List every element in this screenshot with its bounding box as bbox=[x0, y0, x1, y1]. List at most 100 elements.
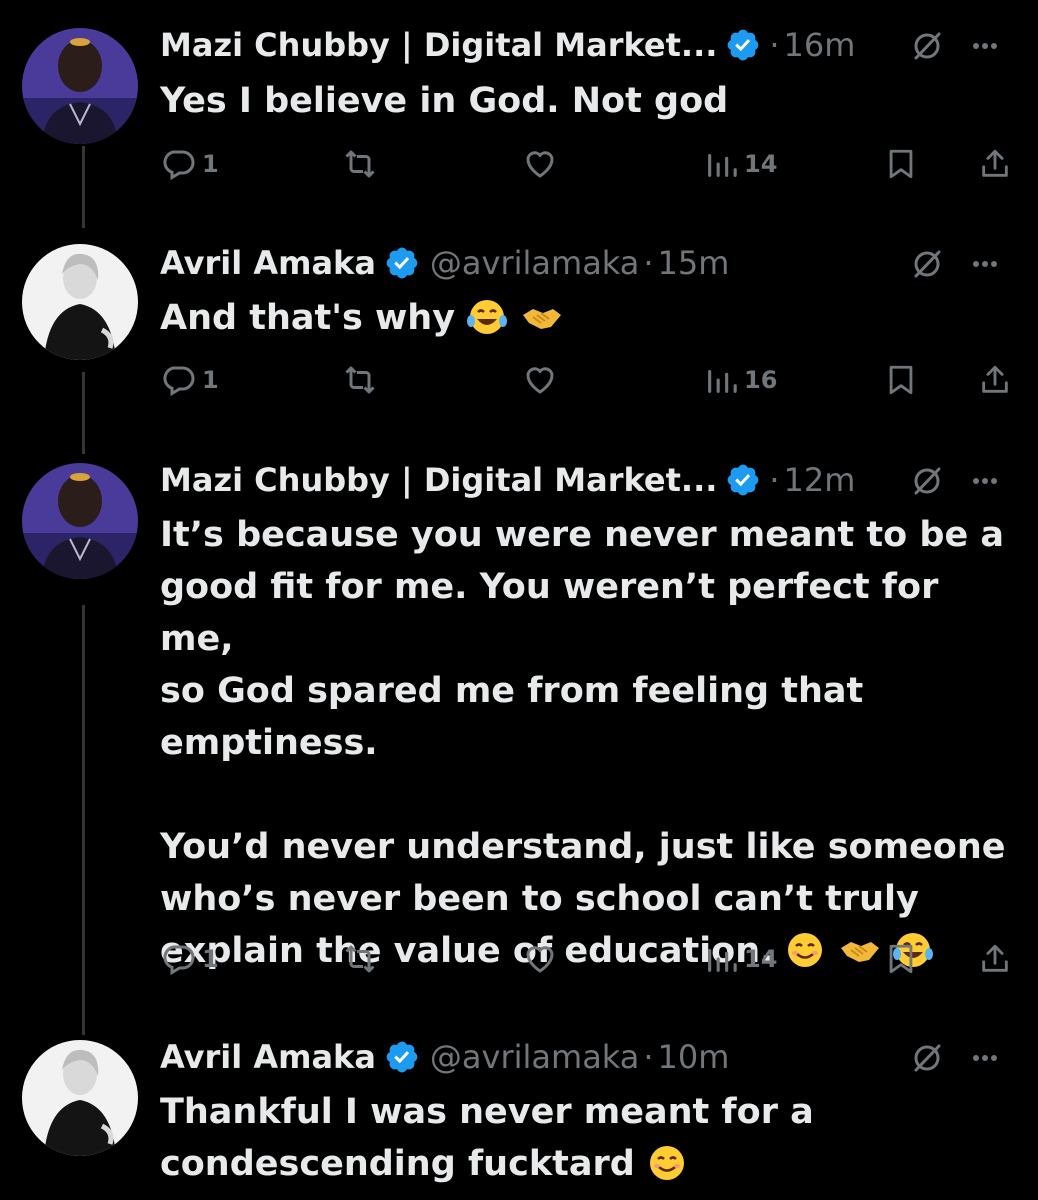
author-name[interactable]: Mazi Chubby | Digital Market... bbox=[160, 461, 717, 499]
share-button[interactable] bbox=[978, 939, 1012, 979]
tweet[interactable]: Mazi Chubby | Digital Market... · 16m Ye… bbox=[0, 20, 1038, 220]
share-icon bbox=[978, 941, 1012, 977]
bookmark-button[interactable] bbox=[884, 939, 918, 979]
share-icon bbox=[978, 362, 1012, 398]
share-icon bbox=[978, 146, 1012, 182]
tweet-actions: 1 14 bbox=[0, 939, 1038, 979]
views-count: 14 bbox=[744, 945, 778, 973]
grok-icon[interactable] bbox=[912, 31, 942, 61]
timestamp[interactable]: 15m bbox=[658, 244, 730, 282]
avatar-image bbox=[22, 1040, 138, 1156]
tweet[interactable]: Mazi Chubby | Digital Market... · 12m It… bbox=[0, 455, 1038, 1015]
share-button[interactable] bbox=[978, 360, 1012, 400]
separator-dot: · bbox=[643, 1038, 654, 1076]
reply-icon bbox=[160, 362, 196, 398]
grok-icon[interactable] bbox=[912, 249, 942, 279]
avatar[interactable] bbox=[22, 28, 138, 144]
tweet-text: It’s because you were never meant to be … bbox=[160, 509, 1020, 977]
like-icon bbox=[522, 941, 558, 977]
avatar[interactable] bbox=[22, 463, 138, 579]
retweet-button[interactable] bbox=[340, 939, 386, 979]
separator-dot: · bbox=[769, 26, 780, 64]
tweet-text: Yes I believe in God. Not god bbox=[160, 75, 1020, 127]
grok-icon[interactable] bbox=[912, 466, 942, 496]
reply-button[interactable]: 1 bbox=[160, 144, 219, 184]
tweet-text: Thankful I was never meant for a condesc… bbox=[160, 1086, 1020, 1190]
author-handle[interactable]: @avrilamaka bbox=[430, 1038, 639, 1076]
verified-badge-icon bbox=[384, 1039, 420, 1075]
retweet-button[interactable] bbox=[340, 144, 386, 184]
tweet-actions: 1 14 bbox=[0, 144, 1038, 184]
verified-badge-icon bbox=[384, 245, 420, 281]
tweet-header: Avril Amaka @avrilamaka · 10m bbox=[160, 1032, 729, 1082]
avatar-image bbox=[22, 244, 138, 360]
reply-count: 1 bbox=[202, 366, 219, 394]
avatar[interactable] bbox=[22, 1040, 138, 1156]
more-icon[interactable] bbox=[972, 42, 998, 50]
reply-button[interactable]: 1 bbox=[160, 360, 219, 400]
like-button[interactable] bbox=[522, 144, 564, 184]
author-name[interactable]: Avril Amaka bbox=[160, 1038, 376, 1076]
avatar-image bbox=[22, 463, 138, 579]
grok-icon[interactable] bbox=[912, 1043, 942, 1073]
retweet-button[interactable] bbox=[340, 360, 386, 400]
views-icon bbox=[704, 942, 738, 976]
like-icon bbox=[522, 146, 558, 182]
reply-icon bbox=[160, 941, 196, 977]
verified-badge-icon bbox=[725, 27, 761, 63]
timestamp[interactable]: 12m bbox=[784, 461, 856, 499]
like-icon bbox=[522, 362, 558, 398]
tweet-text-content: Yes I believe in God. Not god bbox=[160, 81, 729, 121]
tweet-text-content: Thankful I was never meant for a condesc… bbox=[160, 1092, 814, 1184]
tweet[interactable]: Avril Amaka @avrilamaka · 10m Thankful I… bbox=[0, 1032, 1038, 1200]
header-actions bbox=[912, 1042, 998, 1074]
tweet-text-content: And that's why bbox=[160, 298, 456, 338]
more-icon[interactable] bbox=[972, 260, 998, 268]
retweet-icon bbox=[340, 146, 380, 182]
bookmark-icon bbox=[884, 146, 918, 182]
timestamp[interactable]: 16m bbox=[784, 26, 856, 64]
tears-of-joy-emoji bbox=[465, 297, 509, 337]
tweet-actions: 1 16 bbox=[0, 360, 1038, 400]
views-count: 14 bbox=[744, 150, 778, 178]
views-button[interactable]: 14 bbox=[704, 939, 777, 979]
avatar-image bbox=[22, 28, 138, 144]
reply-count: 1 bbox=[202, 945, 219, 973]
handshake-emoji bbox=[519, 297, 563, 337]
avatar[interactable] bbox=[22, 244, 138, 360]
views-count: 16 bbox=[744, 366, 778, 394]
author-name[interactable]: Mazi Chubby | Digital Market... bbox=[160, 26, 717, 64]
bookmark-icon bbox=[884, 941, 918, 977]
retweet-icon bbox=[340, 941, 380, 977]
bookmark-icon bbox=[884, 362, 918, 398]
reply-button[interactable]: 1 bbox=[160, 939, 219, 979]
reply-count: 1 bbox=[202, 150, 219, 178]
like-button[interactable] bbox=[522, 939, 564, 979]
views-button[interactable]: 16 bbox=[704, 360, 777, 400]
header-actions bbox=[912, 30, 998, 62]
views-icon bbox=[704, 363, 738, 397]
bookmark-button[interactable] bbox=[884, 144, 918, 184]
author-handle[interactable]: @avrilamaka bbox=[430, 244, 639, 282]
more-icon[interactable] bbox=[972, 1054, 998, 1062]
smiling-emoji bbox=[645, 1143, 689, 1183]
timestamp[interactable]: 10m bbox=[658, 1038, 730, 1076]
header-actions bbox=[912, 465, 998, 497]
reply-icon bbox=[160, 146, 196, 182]
more-icon[interactable] bbox=[972, 477, 998, 485]
retweet-icon bbox=[340, 362, 380, 398]
tweet-header: Avril Amaka @avrilamaka · 15m bbox=[160, 238, 729, 288]
views-icon bbox=[704, 147, 738, 181]
header-actions bbox=[912, 248, 998, 280]
verified-badge-icon bbox=[725, 462, 761, 498]
tweet-text-content: It’s because you were never meant to be … bbox=[160, 515, 1006, 971]
separator-dot: · bbox=[643, 244, 654, 282]
share-button[interactable] bbox=[978, 144, 1012, 184]
bookmark-button[interactable] bbox=[884, 360, 918, 400]
tweet-header: Mazi Chubby | Digital Market... · 12m bbox=[160, 455, 855, 505]
like-button[interactable] bbox=[522, 360, 564, 400]
tweet-header: Mazi Chubby | Digital Market... · 16m bbox=[160, 20, 855, 70]
author-name[interactable]: Avril Amaka bbox=[160, 244, 376, 282]
tweet[interactable]: Avril Amaka @avrilamaka · 15m And that's… bbox=[0, 238, 1038, 438]
views-button[interactable]: 14 bbox=[704, 144, 777, 184]
